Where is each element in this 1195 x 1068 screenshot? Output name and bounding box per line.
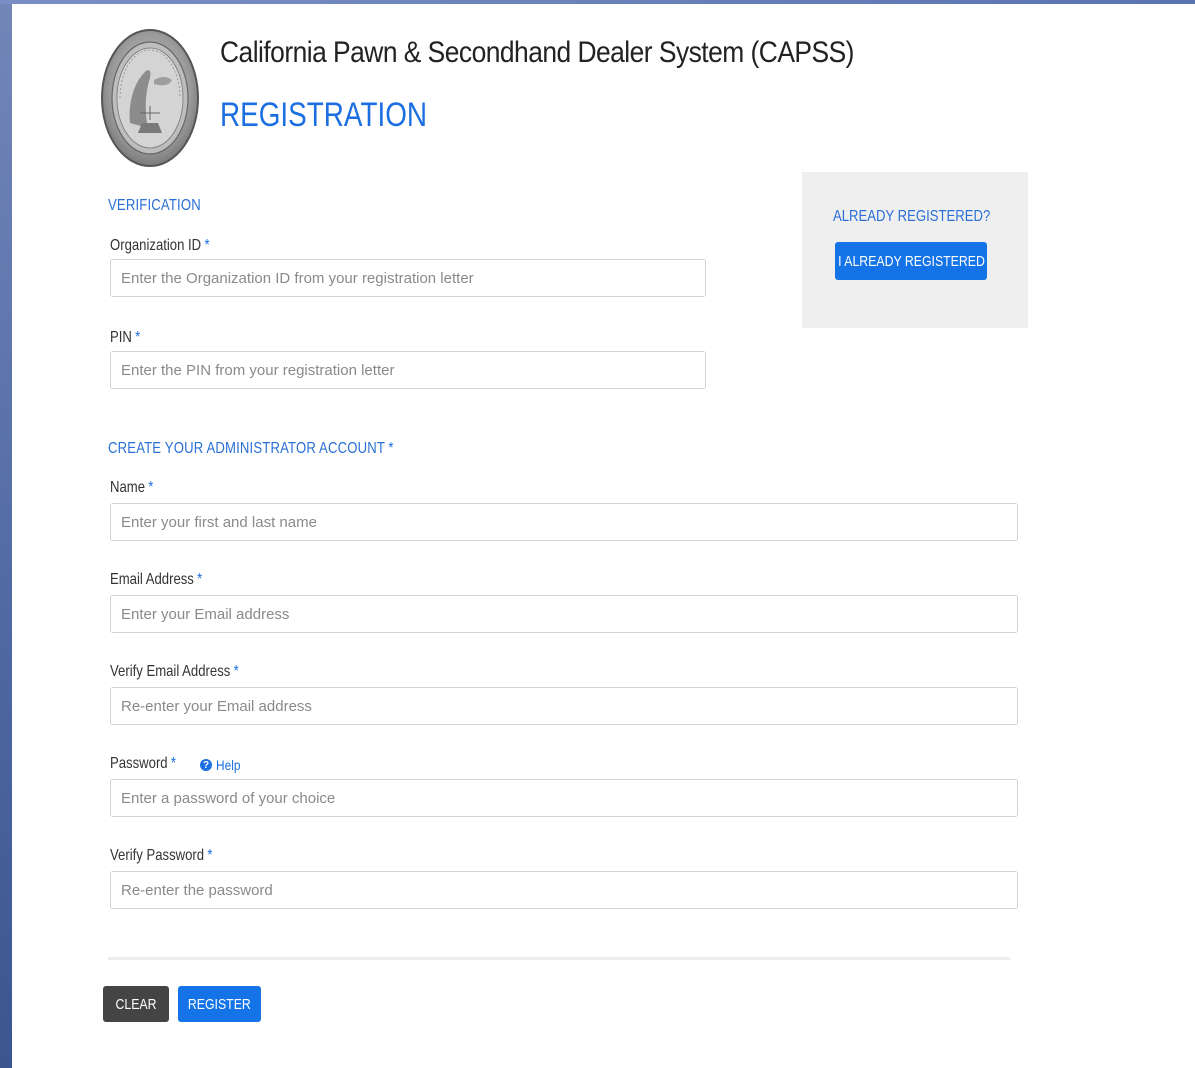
password-label: Password * [110, 755, 176, 772]
question-circle-icon: ? [200, 759, 212, 771]
verify-password-input[interactable] [110, 871, 1018, 909]
doj-seal-logo [101, 29, 199, 167]
required-marker: * [233, 663, 239, 680]
account-heading: CREATE YOUR ADMINISTRATOR ACCOUNT * [108, 440, 394, 457]
name-label: Name * [110, 479, 154, 496]
verify-email-input[interactable] [110, 687, 1018, 725]
pin-label: PIN * [110, 329, 141, 346]
name-input[interactable] [110, 503, 1018, 541]
required-marker: * [135, 329, 141, 346]
email-input[interactable] [110, 595, 1018, 633]
verification-heading: VERIFICATION [108, 197, 201, 214]
clear-button[interactable]: CLEAR [103, 986, 169, 1022]
verify-email-label: Verify Email Address * [110, 663, 239, 680]
required-marker: * [207, 847, 213, 864]
required-marker: * [204, 237, 210, 254]
password-help-link[interactable]: ? Help [200, 757, 245, 773]
page-title: REGISTRATION [220, 96, 428, 134]
help-label: Help [216, 757, 241, 773]
required-marker: * [197, 571, 203, 588]
pin-input[interactable] [110, 351, 706, 389]
required-marker: * [148, 479, 154, 496]
already-registered-button[interactable]: I ALREADY REGISTERED [835, 242, 987, 280]
already-registered-panel: ALREADY REGISTERED? I ALREADY REGISTERED [802, 172, 1028, 328]
org-id-label: Organization ID * [110, 237, 210, 254]
app-title: California Pawn & Secondhand Dealer Syst… [220, 36, 854, 69]
password-input[interactable] [110, 779, 1018, 817]
required-marker: * [388, 440, 394, 457]
window-frame-left [0, 0, 12, 1068]
email-label: Email Address * [110, 571, 203, 588]
already-registered-heading: ALREADY REGISTERED? [833, 208, 991, 225]
org-id-input[interactable] [110, 259, 706, 297]
verify-password-label: Verify Password * [110, 847, 213, 864]
required-marker: * [170, 755, 176, 772]
register-button[interactable]: REGISTER [178, 986, 261, 1022]
window-frame-top [0, 0, 1195, 4]
form-divider [108, 957, 1010, 960]
